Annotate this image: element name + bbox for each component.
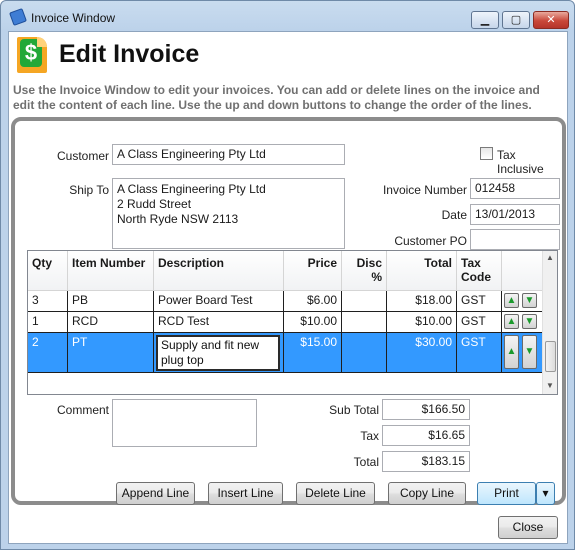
page-description: Use the Invoice Window to edit your invo… — [13, 83, 540, 112]
window-title: Invoice Window — [31, 11, 116, 25]
minimize-button[interactable]: ▁ — [471, 11, 499, 29]
arrow-down-icon: ▼ — [524, 346, 535, 357]
column-header-total[interactable]: Total — [387, 251, 457, 291]
cell-tax-code[interactable]: GST — [457, 333, 502, 373]
cell-qty[interactable]: 2 — [28, 333, 68, 373]
print-button[interactable]: Print — [477, 482, 536, 505]
column-header-description[interactable]: Description — [154, 251, 284, 291]
copy-line-button[interactable]: Copy Line — [388, 482, 466, 505]
customer-po-label: Customer PO — [394, 234, 467, 248]
cell-total: $30.00 — [387, 333, 457, 373]
ship-to-field[interactable]: A Class Engineering Pty Ltd 2 Rudd Stree… — [112, 178, 345, 249]
close-icon: ✕ — [546, 14, 556, 26]
cell-disc[interactable] — [342, 312, 387, 333]
window-client-area: $ Edit Invoice Use the Invoice Window to… — [8, 31, 568, 544]
scroll-down-icon[interactable]: ▼ — [546, 381, 554, 390]
cell-price[interactable]: $15.00 — [284, 333, 342, 373]
chevron-down-icon: ▾ — [542, 486, 549, 500]
invoice-window: Invoice Window ▁ ▢ ✕ $ Edit Invoice Use … — [0, 0, 575, 550]
arrow-down-icon: ▼ — [524, 295, 535, 306]
customer-label: Customer — [56, 149, 109, 163]
customer-field[interactable]: A Class Engineering Pty Ltd — [112, 144, 345, 165]
column-header-price[interactable]: Price — [284, 251, 342, 291]
app-icon — [9, 8, 27, 26]
subtotal-field: $166.50 — [382, 399, 470, 420]
cell-order: ▲ ▼ — [502, 333, 543, 373]
column-header-disc[interactable]: Disc % — [342, 251, 387, 291]
grid-header: Qty Item Number Description Price Disc %… — [28, 251, 543, 291]
append-line-button[interactable]: Append Line — [116, 482, 195, 505]
arrow-up-icon: ▲ — [506, 346, 517, 357]
description-editor[interactable]: Supply and fit new plug top — [156, 335, 280, 371]
cell-item-number[interactable]: PB — [68, 291, 154, 312]
arrow-down-icon: ▼ — [524, 316, 535, 327]
cell-description[interactable]: Power Board Test — [154, 291, 284, 312]
total-label: Total — [353, 455, 379, 469]
insert-line-button[interactable]: Insert Line — [208, 482, 283, 505]
title-bar: Invoice Window ▁ ▢ ✕ — [1, 1, 574, 31]
cell-total: $10.00 — [387, 312, 457, 333]
date-label: Date — [441, 208, 467, 222]
move-up-button[interactable]: ▲ — [504, 314, 519, 329]
move-down-button[interactable]: ▼ — [522, 293, 537, 308]
cell-order: ▲ ▼ — [502, 291, 543, 312]
close-window-button[interactable]: ✕ — [533, 11, 569, 29]
table-row[interactable]: 1 RCD RCD Test $10.00 $10.00 GST ▲ ▼ — [28, 312, 543, 333]
move-up-button[interactable]: ▲ — [504, 293, 519, 308]
column-header-item-number[interactable]: Item Number — [68, 251, 154, 291]
page-title: Edit Invoice — [59, 40, 200, 68]
customer-po-field[interactable] — [470, 229, 560, 250]
comment-field[interactable] — [112, 399, 257, 447]
cell-price[interactable]: $10.00 — [284, 312, 342, 333]
ship-to-label: Ship To — [69, 183, 109, 197]
grid-vertical-scrollbar[interactable]: ▲ ▼ — [542, 251, 557, 394]
tax-field: $16.65 — [382, 425, 470, 446]
print-dropdown-button[interactable]: ▾ — [536, 482, 555, 505]
tax-inclusive-checkbox[interactable] — [480, 147, 493, 160]
delete-line-button[interactable]: Delete Line — [296, 482, 375, 505]
date-field[interactable]: 13/01/2013 — [470, 204, 560, 225]
cell-item-number[interactable]: PT — [68, 333, 154, 373]
close-button[interactable]: Close — [498, 516, 558, 539]
cell-qty[interactable]: 3 — [28, 291, 68, 312]
comment-label: Comment — [56, 403, 109, 417]
maximize-button[interactable]: ▢ — [502, 11, 530, 29]
invoice-panel: Customer A Class Engineering Pty Ltd Tax… — [11, 117, 566, 505]
cell-tax-code[interactable]: GST — [457, 291, 502, 312]
move-down-button[interactable]: ▼ — [522, 335, 537, 369]
maximize-icon: ▢ — [510, 14, 522, 26]
column-header-qty[interactable]: Qty — [28, 251, 68, 291]
cell-item-number[interactable]: RCD — [68, 312, 154, 333]
minimize-icon: ▁ — [480, 14, 490, 26]
cell-disc[interactable] — [342, 291, 387, 312]
invoice-number-field[interactable]: 012458 — [470, 178, 560, 199]
cell-tax-code[interactable]: GST — [457, 312, 502, 333]
arrow-up-icon: ▲ — [506, 295, 517, 306]
cell-order: ▲ ▼ — [502, 312, 543, 333]
cell-total: $18.00 — [387, 291, 457, 312]
total-field: $183.15 — [382, 451, 470, 472]
table-row-selected[interactable]: 2 PT Supply and fit new plug top $15.00 … — [28, 333, 543, 373]
column-header-order — [502, 251, 543, 291]
column-header-tax-code[interactable]: Tax Code — [457, 251, 502, 291]
cell-qty[interactable]: 1 — [28, 312, 68, 333]
cell-description[interactable]: RCD Test — [154, 312, 284, 333]
scroll-up-icon[interactable]: ▲ — [546, 253, 554, 262]
move-up-button[interactable]: ▲ — [504, 335, 519, 369]
invoice-number-label: Invoice Number — [382, 183, 467, 197]
invoice-lines-grid: Qty Item Number Description Price Disc %… — [27, 250, 558, 395]
tax-label: Tax — [360, 429, 379, 443]
subtotal-label: Sub Total — [329, 403, 379, 417]
move-down-button[interactable]: ▼ — [522, 314, 537, 329]
tax-inclusive-label: Tax Inclusive — [497, 148, 544, 176]
scrollbar-thumb[interactable] — [545, 341, 556, 372]
dollar-invoice-icon: $ — [17, 37, 47, 73]
cell-disc[interactable] — [342, 333, 387, 373]
cell-price[interactable]: $6.00 — [284, 291, 342, 312]
table-row[interactable]: 3 PB Power Board Test $6.00 $18.00 GST ▲… — [28, 291, 543, 312]
arrow-up-icon: ▲ — [506, 316, 517, 327]
